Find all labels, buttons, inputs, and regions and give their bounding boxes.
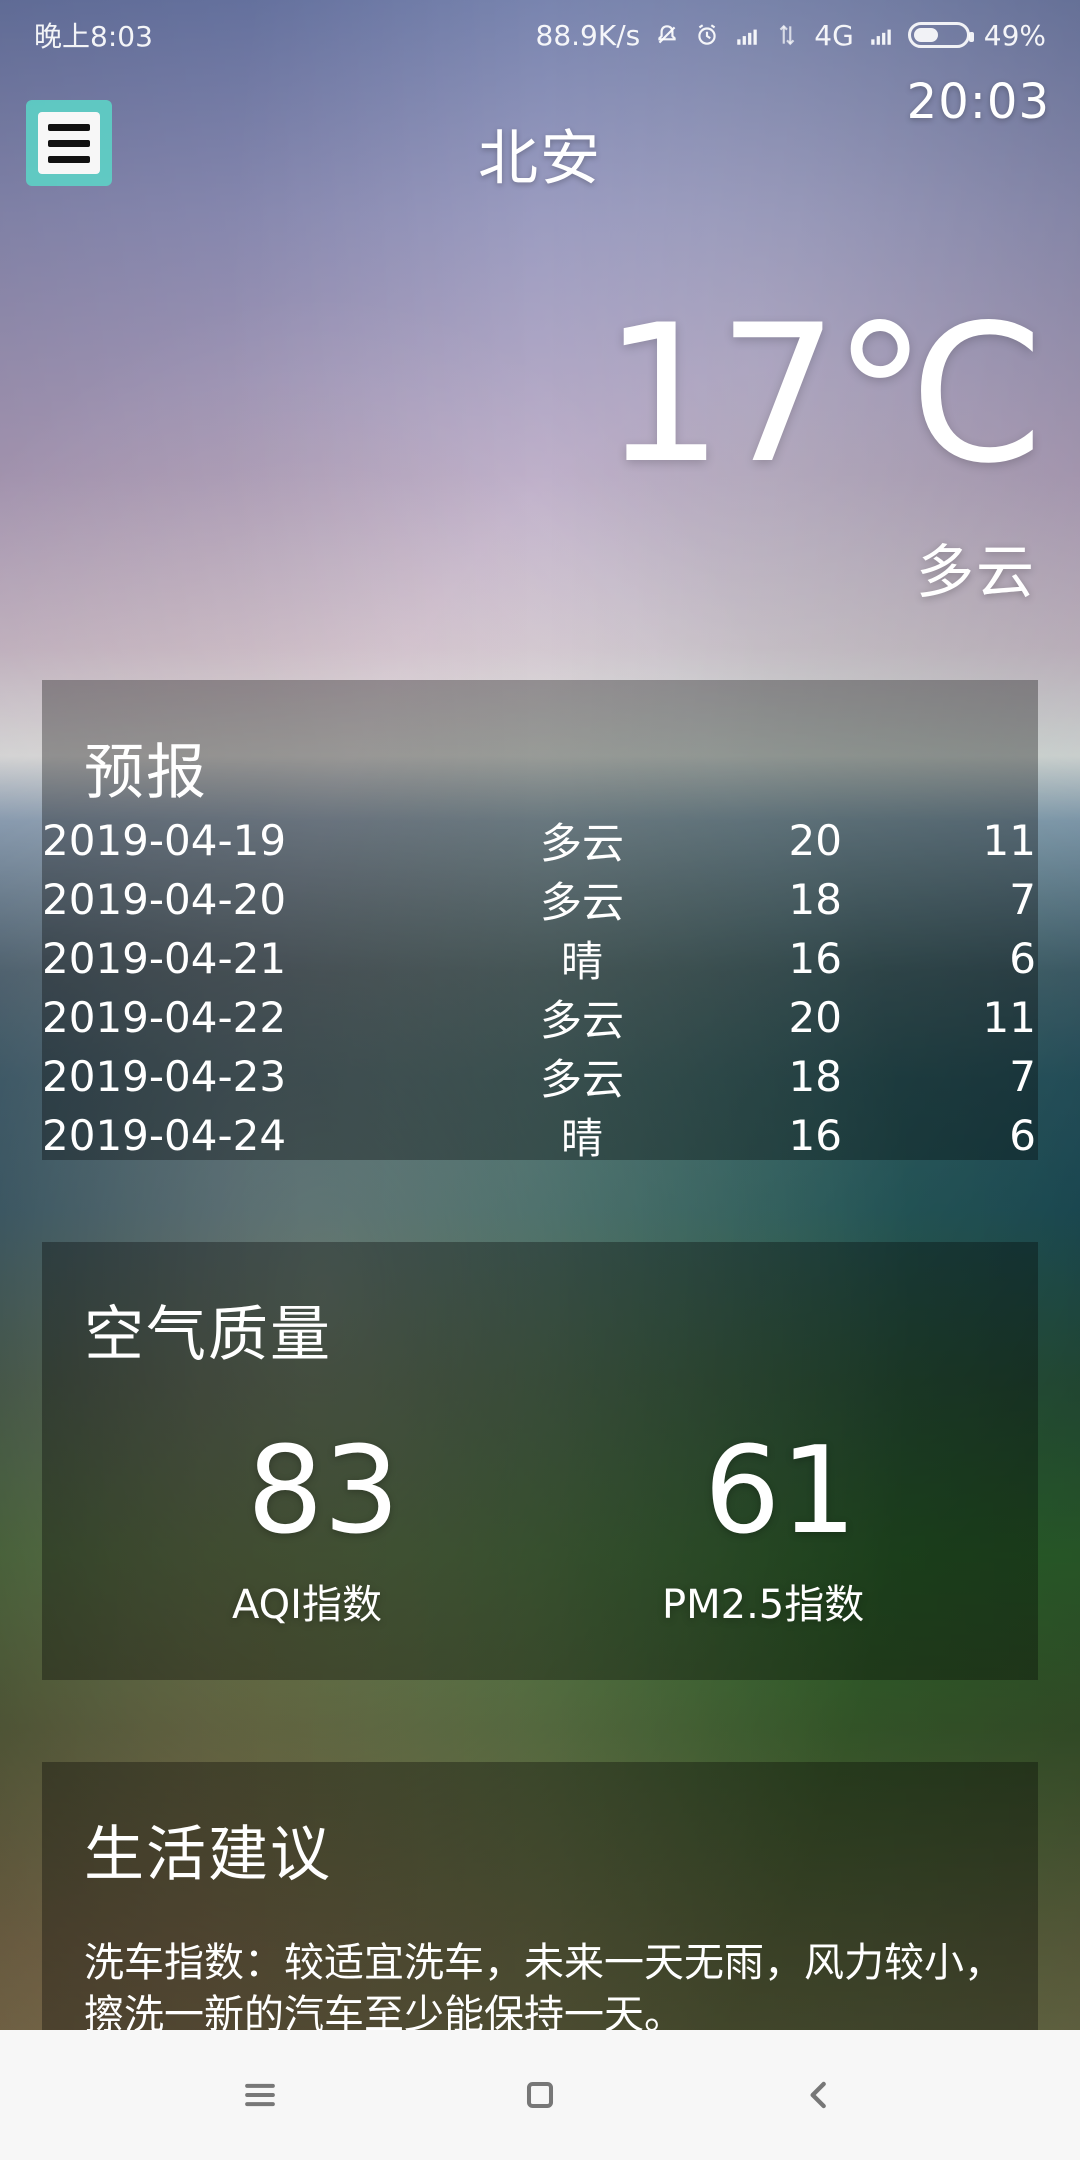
aqi-value: 83 (247, 1422, 400, 1561)
forecast-row: 2019-04-24 晴 16 6 (42, 1105, 1038, 1164)
forecast-date: 2019-04-22 (42, 993, 287, 1042)
status-bar: 晚上8:03 88.9K/s 4G 49% (0, 0, 1080, 70)
forecast-min: 6 (1009, 934, 1036, 983)
update-time: 20:03 (906, 74, 1050, 130)
forecast-weather: 多云 (539, 1055, 624, 1104)
network-speed: 88.9K/s (535, 18, 641, 52)
forecast-min: 11 (982, 816, 1036, 865)
forecast-row: 2019-04-22 多云 20 11 (42, 987, 1038, 1046)
suggestion-title: 生活建议 (84, 1820, 332, 1890)
forecast-weather: 多云 (539, 819, 624, 868)
forecast-panel: 预报 2019-04-19 多云 20 11 2019-04-20 多云 18 … (42, 680, 1038, 1163)
menu-icon (245, 2083, 275, 2107)
status-time: 晚上8:03 (34, 20, 153, 53)
forecast-date: 2019-04-24 (42, 1111, 287, 1160)
forecast-date: 2019-04-23 (42, 1052, 287, 1101)
forecast-row: 2019-04-21 晴 16 6 (42, 928, 1038, 987)
nav-back-button[interactable] (790, 2065, 850, 2125)
forecast-weather: 晴 (560, 1114, 603, 1163)
nav-home-button[interactable] (510, 2065, 570, 2125)
status-right: 88.9K/s 4G 49% (536, 19, 1046, 52)
mute-icon (654, 22, 680, 48)
forecast-min: 11 (982, 993, 1036, 1042)
pm25-label: PM2.5指数 (662, 1582, 865, 1628)
forecast-min: 7 (1009, 1052, 1036, 1101)
back-icon (810, 2081, 826, 2109)
forecast-min: 7 (1009, 875, 1036, 924)
forecast-date: 2019-04-20 (42, 875, 287, 924)
forecast-weather: 晴 (560, 937, 603, 986)
aqi-label: AQI指数 (232, 1582, 382, 1628)
forecast-title: 预报 (84, 738, 208, 808)
alarm-icon (694, 22, 720, 48)
pm25-value: 61 (704, 1422, 857, 1561)
forecast-weather: 多云 (539, 878, 624, 927)
suggestion-panel: 生活建议 洗车指数：较适宜洗车，未来一天无雨，风力较小，擦洗一新的汽车至少能保持… (42, 1762, 1038, 2038)
hd-signal-icon (734, 22, 760, 48)
forecast-max: 16 (788, 934, 842, 983)
cell-signal-icon (868, 22, 894, 48)
battery-icon (907, 22, 974, 48)
current-temperature: 17℃ (602, 284, 1046, 505)
navigation-bar (0, 2030, 1080, 2160)
forecast-max: 18 (788, 1052, 842, 1101)
nav-menu-button[interactable] (230, 2065, 290, 2125)
forecast-date: 2019-04-21 (42, 934, 287, 983)
home-icon (526, 2081, 554, 2109)
current-weather: 多云 (915, 538, 1036, 606)
air-quality-panel: 空气质量 83 AQI指数 61 PM2.5指数 (42, 1242, 1038, 1680)
battery-fill (913, 28, 939, 42)
forecast-weather: 多云 (539, 996, 624, 1045)
suggestion-text: 洗车指数：较适宜洗车，未来一天无雨，风力较小，擦洗一新的汽车至少能保持一天。 (84, 1940, 1004, 2038)
forecast-row: 2019-04-20 多云 18 7 (42, 869, 1038, 928)
data-transfer-icon (774, 22, 800, 48)
forecast-max: 18 (788, 875, 842, 924)
network-type: 4G (814, 18, 854, 52)
status-left: 晚上8:03 (34, 15, 153, 55)
forecast-row: 2019-04-23 多云 18 7 (42, 1046, 1038, 1105)
forecast-list: 2019-04-19 多云 20 11 2019-04-20 多云 18 7 2… (42, 810, 1038, 1164)
forecast-min: 6 (1009, 1111, 1036, 1160)
forecast-row: 2019-04-19 多云 20 11 (42, 810, 1038, 869)
forecast-max: 16 (788, 1111, 842, 1160)
air-quality-title: 空气质量 (84, 1300, 332, 1370)
battery-percent: 49% (983, 18, 1046, 52)
forecast-max: 20 (788, 816, 842, 865)
forecast-max: 20 (788, 993, 842, 1042)
forecast-date: 2019-04-19 (42, 816, 287, 865)
